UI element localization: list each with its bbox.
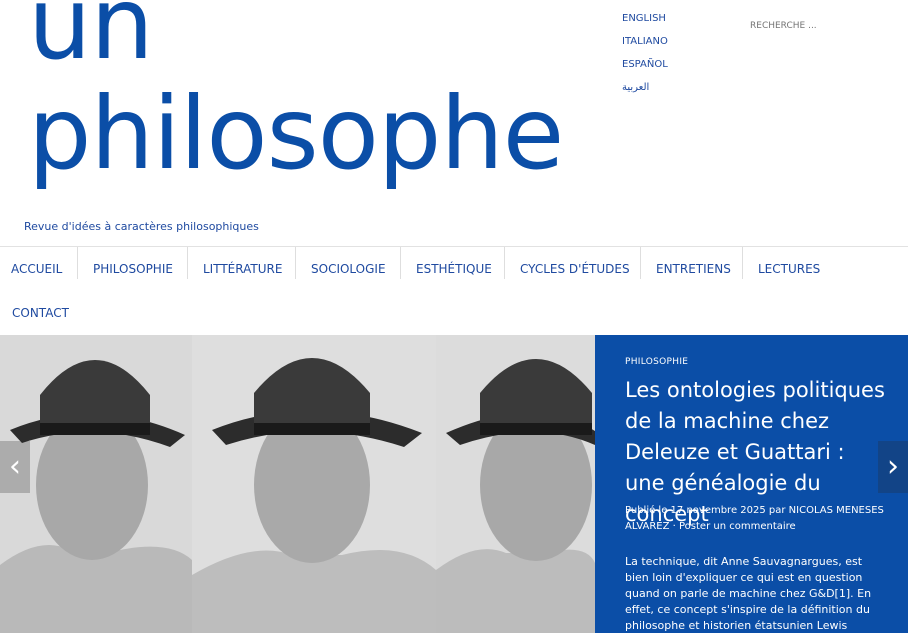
language-link-italiano[interactable]: ITALIANO [622,35,668,58]
logo-line-2: philosophe [28,75,564,192]
site-tagline: Revue d'idées à caractères philosophique… [24,220,259,233]
nav-item-lectures[interactable]: LECTURES [758,247,820,291]
nav-item-philosophie[interactable]: PHILOSOPHIE [93,247,173,291]
nav-divider [640,247,641,279]
featured-photo[interactable] [192,335,436,633]
article-meta: Publié le 17 novembre 2025 par NICOLAS M… [625,505,884,532]
nav-divider [187,247,188,279]
nav-item-contact[interactable]: CONTACT [12,291,69,335]
language-menu: ENGLISH ITALIANO ESPAÑOL العربية [622,12,668,104]
featured-slider: ‹ PHILOSOPHIE Les ontologies politiques … [0,335,908,633]
nav-divider [742,247,743,279]
featured-photo[interactable] [436,335,595,633]
nav-item-cycles-etudes[interactable]: CYCLES D'ÉTUDES [520,247,630,291]
logo-line-1: un [28,0,154,82]
featured-article-panel: PHILOSOPHIE Les ontologies politiques de… [595,335,908,633]
slider-prev-button[interactable]: ‹ [0,441,30,493]
nav-divider [295,247,296,279]
language-link-espanol[interactable]: ESPAÑOL [622,58,668,81]
search-input[interactable] [748,16,892,36]
nav-item-entretiens[interactable]: ENTRETIENS [656,247,731,291]
nav-item-sociologie[interactable]: SOCIOLOGIE [311,247,386,291]
language-link-english[interactable]: ENGLISH [622,12,668,35]
article-category[interactable]: PHILOSOPHIE [625,357,688,367]
chevron-right-icon: › [887,449,899,484]
nav-item-esthetique[interactable]: ESTHÉTIQUE [416,247,492,291]
nav-item-accueil[interactable]: ACCUEIL [11,247,62,291]
language-link-arabic[interactable]: العربية [622,81,668,104]
article-excerpt: La technique, dit Anne Sauvagnargues, es… [625,555,872,632]
nav-divider [400,247,401,279]
slider-next-button[interactable]: › [878,441,908,493]
nav-item-litterature[interactable]: LITTÉRATURE [203,247,282,291]
main-nav: ACCUEIL PHILOSOPHIE LITTÉRATURE SOCIOLOG… [0,246,908,335]
site-logo[interactable]: un philosophe [24,0,584,240]
nav-divider [77,247,78,279]
nav-divider [504,247,505,279]
chevron-left-icon: ‹ [9,449,21,484]
